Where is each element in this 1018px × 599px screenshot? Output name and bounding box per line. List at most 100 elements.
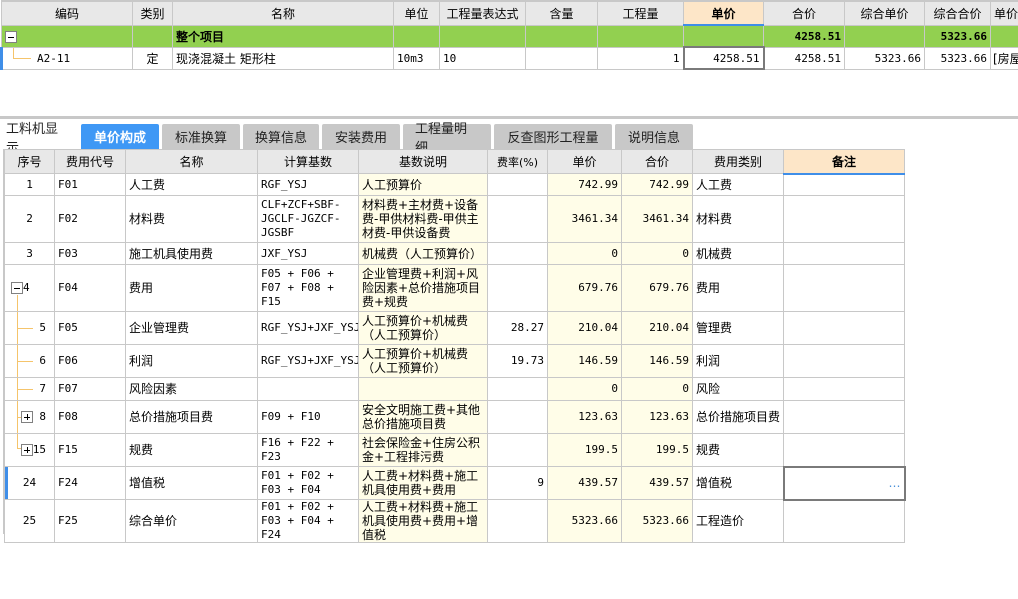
row-seq[interactable]: 4 bbox=[4, 264, 55, 312]
row-fee-category[interactable]: 费用 bbox=[692, 264, 784, 312]
col-header-rate[interactable]: 费率(%) bbox=[487, 149, 548, 174]
row-calc-base[interactable]: F05 + F06 + F07 + F08 + F15 bbox=[257, 264, 359, 312]
row-fee-name[interactable]: 施工机具使用费 bbox=[125, 242, 258, 265]
col-header-fee-category[interactable]: 费用类别 bbox=[692, 149, 784, 174]
row-fee-code[interactable]: F25 bbox=[54, 499, 126, 543]
composition-row[interactable]: 5 F05 企业管理费 RGF_YSJ+JXF_YSJ 人工预算价+机械费（人工预算价）… bbox=[4, 311, 905, 345]
row-note[interactable]: … bbox=[782, 465, 906, 501]
item-type[interactable]: 定 bbox=[132, 46, 173, 70]
row-seq[interactable]: 8 bbox=[4, 400, 55, 434]
row-seq[interactable]: 25 bbox=[4, 499, 55, 543]
row-rate[interactable] bbox=[487, 173, 548, 196]
composition-row[interactable]: 1 F01 人工费 RGF_YSJ 人工预算价 742.99 742.99 人工费 bbox=[4, 173, 905, 196]
row-fee-name[interactable]: 增值税 bbox=[125, 466, 258, 500]
row-seq[interactable]: 7 bbox=[4, 377, 55, 401]
item-extra[interactable]: [房屋 bbox=[990, 46, 1018, 70]
col-header-total[interactable]: 合价 bbox=[621, 149, 693, 174]
row-seq[interactable]: 5 bbox=[4, 311, 55, 345]
composition-row[interactable]: 4 F04 费用 F05 + F06 + F07 + F08 + F15 企业管理费+利… bbox=[4, 264, 905, 312]
row-fee-code[interactable]: F06 bbox=[54, 344, 126, 378]
row-note[interactable] bbox=[783, 242, 905, 265]
row-fee-code[interactable]: F07 bbox=[54, 377, 126, 401]
row-fee-name[interactable]: 材料费 bbox=[125, 195, 258, 243]
row-seq[interactable]: 6 bbox=[4, 344, 55, 378]
col-header-unit-price[interactable]: 单价 bbox=[683, 0, 764, 26]
row-calc-base[interactable]: RGF_YSJ bbox=[257, 173, 359, 196]
row-rate[interactable] bbox=[487, 195, 548, 243]
collapse-icon[interactable] bbox=[5, 30, 17, 43]
col-header-calc-base[interactable]: 计算基数 bbox=[257, 149, 359, 174]
row-rate[interactable] bbox=[487, 264, 548, 312]
row-fee-name[interactable]: 企业管理费 bbox=[125, 311, 258, 345]
row-fee-code[interactable]: F24 bbox=[54, 466, 126, 500]
row-seq[interactable]: 3 bbox=[4, 242, 55, 265]
row-fee-name[interactable]: 费用 bbox=[125, 264, 258, 312]
item-code[interactable]: A2-11 bbox=[0, 46, 133, 70]
col-header-quantity-expr[interactable]: 工程量表达式 bbox=[439, 0, 526, 26]
composition-row[interactable]: 8 F08 总价措施项目费 F09 + F10 安全文明施工费+其他总价措施项目费 123… bbox=[4, 400, 905, 434]
item-name[interactable]: 现浇混凝土 矩形柱 bbox=[172, 46, 394, 70]
row-fee-category[interactable]: 利润 bbox=[692, 344, 784, 378]
row-fee-category[interactable]: 工程造价 bbox=[692, 499, 784, 543]
col-header-code[interactable]: 编码 bbox=[1, 0, 133, 26]
composition-row[interactable]: 24 F24 增值税 F01 + F02 + F03 + F04 人工费+材料费+施工机… bbox=[4, 465, 906, 501]
row-fee-name[interactable]: 人工费 bbox=[125, 173, 258, 196]
row-calc-base[interactable]: JXF_YSJ bbox=[257, 242, 359, 265]
col-header-unit-price[interactable]: 单价 bbox=[547, 149, 622, 174]
item-content[interactable] bbox=[525, 46, 598, 70]
row-note[interactable] bbox=[783, 377, 905, 401]
row-fee-name[interactable]: 总价措施项目费 bbox=[125, 400, 258, 434]
row-note[interactable] bbox=[783, 433, 905, 467]
row-seq[interactable]: 24 bbox=[4, 466, 55, 500]
item-unit[interactable]: 10m3 bbox=[393, 46, 440, 70]
row-calc-base[interactable]: F01 + F02 + F03 + F04 bbox=[257, 466, 359, 500]
expand-icon[interactable] bbox=[21, 411, 33, 423]
col-header-unit-price-2[interactable]: 单价 bbox=[990, 0, 1018, 26]
col-header-total-price[interactable]: 合价 bbox=[763, 0, 845, 26]
row-fee-code[interactable]: F04 bbox=[54, 264, 126, 312]
row-rate[interactable]: 19.73 bbox=[487, 344, 548, 378]
row-fee-category[interactable]: 机械费 bbox=[692, 242, 784, 265]
row-note[interactable] bbox=[783, 499, 905, 543]
row-fee-code[interactable]: F15 bbox=[54, 433, 126, 467]
row-rate[interactable] bbox=[487, 242, 548, 265]
row-calc-base[interactable] bbox=[257, 377, 359, 401]
col-header-composite-unit-price[interactable]: 综合单价 bbox=[844, 0, 925, 26]
tab-reverse-check-graphic-quantity[interactable]: 反查图形工程量 bbox=[494, 124, 612, 149]
panel-splitter[interactable] bbox=[0, 116, 1018, 119]
col-header-composite-total[interactable]: 综合合价 bbox=[924, 0, 991, 26]
row-note[interactable] bbox=[783, 264, 905, 312]
row-rate[interactable]: 28.27 bbox=[487, 311, 548, 345]
row-fee-code[interactable]: F02 bbox=[54, 195, 126, 243]
row-fee-name[interactable]: 综合单价 bbox=[125, 499, 258, 543]
row-rate[interactable] bbox=[487, 433, 548, 467]
tab-unit-price-composition[interactable]: 单价构成 bbox=[81, 124, 159, 149]
composition-row[interactable]: 6 F06 利润 RGF_YSJ+JXF_YSJ 人工预算价+机械费（人工预算价） 19.… bbox=[4, 344, 905, 378]
row-calc-base[interactable]: F01 + F02 + F03 + F04 + F24 bbox=[257, 499, 359, 543]
col-header-base-desc[interactable]: 基数说明 bbox=[358, 149, 488, 174]
row-fee-code[interactable]: F01 bbox=[54, 173, 126, 196]
tab-installation-fee[interactable]: 安装费用 bbox=[322, 124, 400, 149]
item-quantity-expr[interactable]: 10 bbox=[439, 46, 526, 70]
row-calc-base[interactable]: CLF+ZCF+SBF-JGCLF-JGZCF-JGSBF bbox=[257, 195, 359, 243]
tab-description-info[interactable]: 说明信息 bbox=[615, 124, 693, 149]
row-fee-category[interactable]: 风险 bbox=[692, 377, 784, 401]
col-header-quantity[interactable]: 工程量 bbox=[597, 0, 684, 26]
col-header-fee-code[interactable]: 费用代号 bbox=[54, 149, 126, 174]
composition-row[interactable]: 3 F03 施工机具使用费 JXF_YSJ 机械费（人工预算价） 0 0 机械费 bbox=[4, 242, 905, 265]
row-fee-category[interactable]: 管理费 bbox=[692, 311, 784, 345]
row-note[interactable] bbox=[783, 344, 905, 378]
col-header-unit[interactable]: 单位 bbox=[393, 0, 440, 26]
collapse-icon[interactable] bbox=[11, 282, 23, 294]
item-row[interactable]: A2-11 定 现浇混凝土 矩形柱 10m3 10 1 4258.51 4258… bbox=[0, 46, 1018, 70]
col-header-note[interactable]: 备注 bbox=[783, 149, 905, 175]
row-calc-base[interactable]: RGF_YSJ+JXF_YSJ bbox=[257, 344, 359, 378]
row-rate[interactable]: 9 bbox=[487, 466, 548, 500]
tab-labor-material-machine[interactable]: 工料机显示 bbox=[0, 122, 78, 156]
row-note[interactable] bbox=[783, 195, 905, 243]
row-fee-category[interactable]: 规费 bbox=[692, 433, 784, 467]
tab-conversion-info[interactable]: 换算信息 bbox=[243, 124, 319, 149]
col-header-fee-name[interactable]: 名称 bbox=[125, 149, 258, 174]
row-note[interactable] bbox=[783, 173, 905, 196]
expand-icon[interactable] bbox=[21, 444, 33, 456]
